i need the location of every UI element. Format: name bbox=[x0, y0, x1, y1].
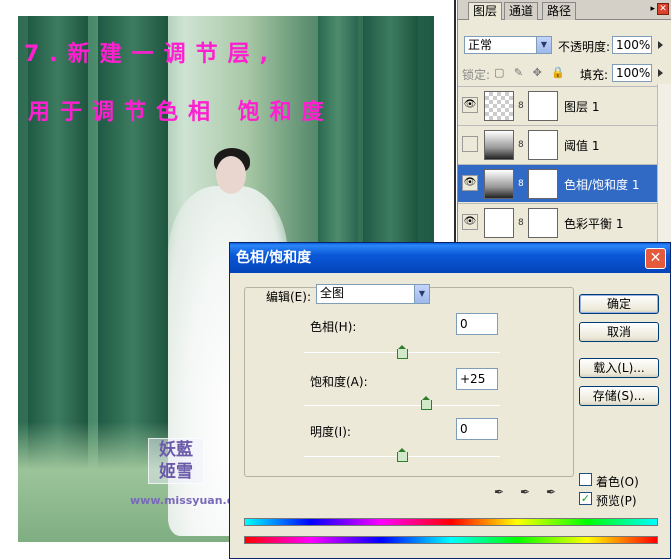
panel-menu-icon[interactable]: ▸ bbox=[650, 4, 655, 14]
layer-name: 色相/饱和度 1 bbox=[564, 178, 640, 192]
hue-slider-thumb[interactable] bbox=[397, 345, 408, 359]
layer-row-layer1[interactable]: 👁 8 图层 1 bbox=[458, 86, 658, 124]
lock-label: 锁定: bbox=[462, 68, 491, 82]
fill-input[interactable]: 100% bbox=[612, 64, 652, 82]
load-button[interactable]: 载入(L)... bbox=[579, 358, 659, 378]
chevron-down-icon: ▼ bbox=[536, 37, 551, 53]
input-color-spectrum bbox=[244, 518, 658, 526]
tab-layers[interactable]: 图层 bbox=[468, 2, 503, 20]
adjustment-thumbnail bbox=[484, 169, 514, 199]
layer-row-color-balance[interactable]: 👁 8 色彩平衡 1 bbox=[458, 203, 658, 241]
layer-mask-thumbnail bbox=[528, 169, 558, 199]
dialog-titlebar[interactable]: 色相/饱和度 bbox=[230, 243, 670, 273]
lock-icons[interactable]: ▢ ✎ ✥ 🔒 bbox=[494, 66, 568, 79]
panel-tabs: 图层 通道 路径 ▸ ✕ bbox=[458, 0, 671, 20]
layer-row-threshold[interactable]: 👁 8 阈值 1 bbox=[458, 125, 658, 163]
caption-line-2: 用于调节色相 饱和度 bbox=[28, 100, 334, 125]
layer-mask-thumbnail bbox=[528, 91, 558, 121]
layer-mask-thumbnail bbox=[528, 208, 558, 238]
eyedropper-plus-icon[interactable]: ✒ bbox=[518, 485, 532, 499]
edit-label: 编辑(E): bbox=[264, 288, 313, 305]
colorize-checkbox[interactable] bbox=[579, 473, 592, 486]
lightness-input[interactable]: 0 bbox=[456, 418, 498, 440]
layer-mask-thumbnail bbox=[528, 130, 558, 160]
layers-panel: 图层 通道 路径 ▸ ✕ 正常 ▼ 不透明度: 100% 锁定: ▢ ✎ ✥ 🔒… bbox=[457, 0, 671, 245]
link-icon[interactable]: 8 bbox=[518, 101, 524, 111]
opacity-input[interactable]: 100% bbox=[612, 36, 652, 54]
dialog-title: 色相/饱和度 bbox=[236, 250, 312, 266]
fill-slider-icon[interactable] bbox=[658, 69, 663, 77]
link-icon[interactable]: 8 bbox=[518, 179, 524, 189]
blend-mode-select[interactable]: 正常 ▼ bbox=[464, 36, 552, 54]
saturation-input[interactable]: +25 bbox=[456, 368, 498, 390]
link-icon[interactable]: 8 bbox=[518, 140, 524, 150]
eye-icon[interactable]: 👁 bbox=[462, 214, 478, 230]
opacity-label: 不透明度: bbox=[558, 40, 611, 54]
adjustment-thumbnail bbox=[484, 130, 514, 160]
saturation-slider-track[interactable] bbox=[304, 405, 500, 406]
close-button[interactable]: ✕ bbox=[645, 248, 666, 269]
caption-line-1: 7.新建一调节层, bbox=[24, 42, 279, 67]
eye-icon[interactable]: 👁 bbox=[462, 175, 478, 191]
output-color-spectrum bbox=[244, 536, 658, 544]
opacity-slider-icon[interactable] bbox=[658, 41, 663, 49]
preview-checkbox[interactable]: ✓ bbox=[579, 492, 592, 505]
eyedropper-icon[interactable]: ✒ bbox=[492, 485, 506, 499]
adjustment-thumbnail bbox=[484, 208, 514, 238]
tab-channels[interactable]: 通道 bbox=[504, 2, 539, 20]
layer-name: 色彩平衡 1 bbox=[564, 217, 624, 231]
hue-saturation-dialog: 色相/饱和度 ✕ 编辑(E): 全图 ▼ 色相(H): 0 饱和度(A): +2… bbox=[229, 242, 671, 559]
close-icon[interactable]: ✕ bbox=[657, 3, 669, 15]
cancel-button[interactable]: 取消 bbox=[579, 322, 659, 342]
tab-paths[interactable]: 路径 bbox=[542, 2, 577, 20]
saturation-label: 饱和度(A): bbox=[310, 375, 368, 389]
fill-label: 填充: bbox=[580, 68, 609, 82]
hue-label: 色相(H): bbox=[310, 320, 357, 334]
layer-thumbnail bbox=[484, 91, 514, 121]
eyedropper-minus-icon[interactable]: ✒ bbox=[544, 485, 558, 499]
link-icon[interactable]: 8 bbox=[518, 218, 524, 228]
layer-name: 阈值 1 bbox=[564, 139, 600, 153]
lightness-label: 明度(I): bbox=[310, 425, 351, 439]
layer-row-hue-saturation[interactable]: 👁 8 色相/饱和度 1 bbox=[458, 164, 658, 202]
lightness-slider-thumb[interactable] bbox=[397, 448, 408, 462]
colorize-label: 着色(O) bbox=[596, 475, 639, 489]
hue-input[interactable]: 0 bbox=[456, 313, 498, 335]
adjustment-group bbox=[244, 287, 574, 477]
eye-icon[interactable]: 👁 bbox=[462, 136, 478, 152]
preview-label: 预览(P) bbox=[596, 494, 637, 508]
save-button[interactable]: 存储(S)... bbox=[579, 386, 659, 406]
layers-scrollbar[interactable] bbox=[657, 84, 671, 245]
chevron-down-icon: ▼ bbox=[414, 285, 429, 303]
layer-name: 图层 1 bbox=[564, 100, 600, 114]
watermark-stamp: 妖藍 姬雪 bbox=[148, 438, 204, 484]
edit-select[interactable]: 全图 ▼ bbox=[316, 284, 430, 304]
eye-icon[interactable]: 👁 bbox=[462, 97, 478, 113]
saturation-slider-thumb[interactable] bbox=[421, 396, 432, 410]
ok-button[interactable]: 确定 bbox=[579, 294, 659, 314]
